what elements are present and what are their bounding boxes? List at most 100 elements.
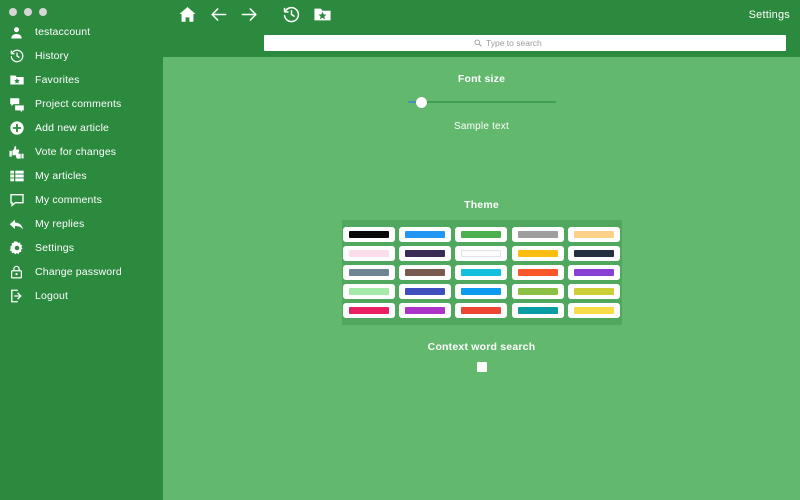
window-controls: [0, 0, 163, 18]
back-button[interactable]: [203, 2, 234, 32]
sidebar-item-settings[interactable]: Settings: [0, 236, 163, 260]
theme-swatch-color: [405, 307, 446, 314]
theme-swatch[interactable]: [568, 303, 621, 318]
theme-swatch-grid: [341, 220, 622, 325]
theme-swatch[interactable]: [455, 303, 508, 318]
folder-star-icon: [7, 71, 26, 90]
context-word-search-checkbox[interactable]: [476, 362, 487, 372]
theme-swatch[interactable]: [342, 303, 395, 318]
sidebar-item-label: Favorites: [35, 74, 80, 86]
theme-swatch[interactable]: [511, 265, 564, 280]
slider-handle[interactable]: [415, 97, 427, 108]
theme-swatch-color: [517, 288, 558, 295]
theme-swatch-color: [461, 307, 502, 314]
theme-swatch[interactable]: [399, 246, 452, 261]
theme-swatch-color: [574, 307, 615, 314]
bookmarks-button[interactable]: [307, 2, 338, 32]
sidebar-item-label: History: [35, 50, 69, 62]
arrow-left-icon: [209, 5, 228, 29]
theme-swatch-color: [574, 231, 615, 238]
theme-swatch-color: [405, 269, 446, 276]
window-close-dot[interactable]: [9, 8, 17, 16]
home-button[interactable]: [172, 2, 203, 32]
app-window: testaccount History Favorites Project comme…: [0, 0, 800, 500]
forward-button[interactable]: [234, 2, 265, 32]
theme-swatch-color: [461, 269, 502, 276]
sidebar-item-label: Vote for changes: [35, 146, 117, 158]
font-size-slider[interactable]: [407, 95, 556, 109]
bookmarks-icon: [313, 5, 332, 29]
sidebar-item-label: testaccount: [35, 26, 91, 38]
sidebar: testaccount History Favorites Project comme…: [0, 0, 163, 500]
lock-icon: [7, 263, 26, 282]
theme-swatch[interactable]: [511, 303, 564, 318]
theme-swatch-color: [348, 231, 389, 238]
arrow-right-icon: [240, 5, 259, 29]
theme-title: Theme: [464, 199, 499, 211]
theme-swatch[interactable]: [342, 265, 395, 280]
theme-swatch[interactable]: [399, 284, 452, 299]
sidebar-item-testaccount[interactable]: testaccount: [0, 20, 163, 44]
context-word-search-checkbox-wrap: [163, 362, 800, 372]
theme-swatch[interactable]: [568, 284, 621, 299]
context-word-search-section: Context word search: [163, 341, 800, 372]
theme-swatch[interactable]: [568, 227, 621, 242]
sidebar-item-history[interactable]: History: [0, 44, 163, 68]
home-icon: [178, 5, 197, 29]
context-word-search-label: Context word search: [427, 341, 536, 353]
theme-swatch-color: [574, 269, 615, 276]
theme-swatch-color: [517, 307, 558, 314]
reply-arrow-icon: [7, 215, 26, 234]
search-input[interactable]: [486, 38, 576, 48]
sidebar-item-logout[interactable]: Logout: [0, 284, 163, 308]
sidebar-item-project-comments[interactable]: Project comments: [0, 92, 163, 116]
window-minimize-dot[interactable]: [24, 8, 32, 16]
theme-swatch[interactable]: [568, 246, 621, 261]
sidebar-item-add-new-article[interactable]: Add new article: [0, 116, 163, 140]
sidebar-item-label: Project comments: [35, 98, 122, 110]
font-size-section: Font size Sample text: [163, 73, 800, 132]
theme-swatch[interactable]: [511, 227, 564, 242]
slider-track: [407, 101, 556, 103]
sidebar-nav: testaccount History Favorites Project comme…: [0, 20, 163, 308]
history-icon: [282, 5, 301, 29]
theme-swatch[interactable]: [455, 246, 508, 261]
font-size-slider-row: [163, 95, 800, 109]
theme-swatch[interactable]: [399, 265, 452, 280]
sidebar-item-my-comments[interactable]: My comments: [0, 188, 163, 212]
theme-swatch-color: [405, 288, 446, 295]
theme-swatch[interactable]: [399, 303, 452, 318]
sidebar-item-label: Add new article: [35, 122, 110, 134]
theme-swatch-color: [461, 250, 502, 257]
search-bar[interactable]: [264, 35, 786, 51]
theme-swatch[interactable]: [511, 246, 564, 261]
sidebar-item-favorites[interactable]: Favorites: [0, 68, 163, 92]
theme-swatch[interactable]: [342, 246, 395, 261]
theme-swatch-color: [405, 250, 446, 257]
history-button[interactable]: [276, 2, 307, 32]
theme-swatch[interactable]: [455, 284, 508, 299]
window-maximize-dot[interactable]: [39, 8, 47, 16]
theme-swatch[interactable]: [342, 227, 395, 242]
sidebar-item-my-replies[interactable]: My replies: [0, 212, 163, 236]
sidebar-item-my-articles[interactable]: My articles: [0, 164, 163, 188]
theme-swatch-color: [348, 250, 389, 257]
theme-swatch-color: [461, 288, 502, 295]
history-clock-icon: [7, 47, 26, 66]
sidebar-item-label: My replies: [35, 218, 85, 230]
theme-swatch-color: [348, 288, 389, 295]
theme-swatch[interactable]: [568, 265, 621, 280]
theme-swatch-color: [348, 307, 389, 314]
sidebar-item-vote-for-changes[interactable]: Vote for changes: [0, 140, 163, 164]
sidebar-item-change-password[interactable]: Change password: [0, 260, 163, 284]
settings-content: Font size Sample text Theme Context word…: [163, 57, 800, 500]
search-icon: [474, 34, 482, 52]
theme-swatch[interactable]: [455, 265, 508, 280]
main-pane: Settings Font size: [163, 0, 800, 500]
theme-swatch[interactable]: [342, 284, 395, 299]
theme-swatch[interactable]: [399, 227, 452, 242]
theme-swatch[interactable]: [511, 284, 564, 299]
theme-swatch[interactable]: [455, 227, 508, 242]
settings-link[interactable]: Settings: [749, 9, 790, 21]
navigation-buttons: [172, 2, 338, 32]
